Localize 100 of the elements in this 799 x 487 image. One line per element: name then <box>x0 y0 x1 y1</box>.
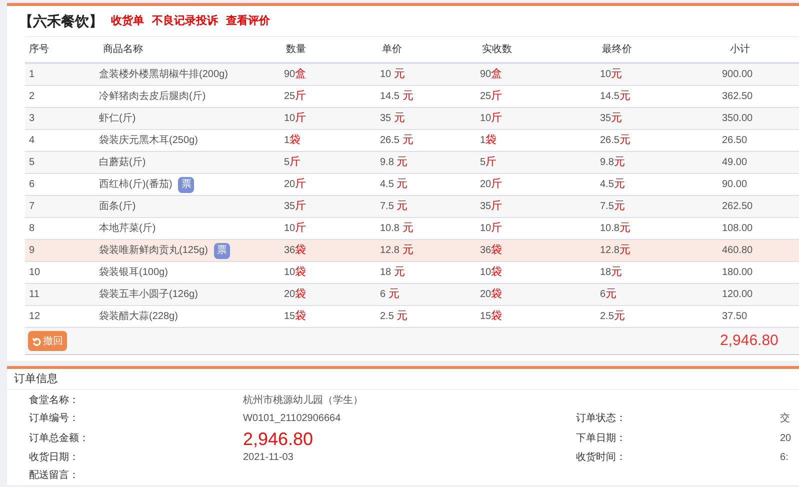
field-value: 2,946.80 <box>243 428 314 448</box>
field-label: 订单状态： <box>575 412 627 426</box>
table-cell-text: 4.5 元 <box>379 177 409 192</box>
table-cell-text: 10 元 <box>379 67 406 82</box>
table-row[interactable]: 3 虾仁(斤) 10斤 35 元 10斤 35元 350.00 <box>25 108 799 130</box>
table-cell-text: 10 <box>28 266 42 280</box>
column-header: 实收数 <box>481 42 513 57</box>
field-value: 交 <box>780 412 790 426</box>
table-cell-text: 362.50 <box>721 90 754 104</box>
table-cell-text: 90盒 <box>283 67 308 82</box>
table-cell-text: 26.50 <box>721 134 748 148</box>
table-cell-text: 5斤 <box>479 155 498 170</box>
invoice-badge: 票 <box>214 242 230 258</box>
table-cell-text: 3 <box>28 112 36 126</box>
table-cell-text: 35 元 <box>379 111 406 126</box>
header-link[interactable]: 不良记录投诉 <box>152 12 218 30</box>
table-cell-text: 7 <box>28 200 36 214</box>
table-cell-text: 10.8 元 <box>379 221 414 236</box>
table-cell-text: 面条(斤) <box>98 200 137 214</box>
table-cell-text: 9 <box>28 244 36 258</box>
field-label: 收货时间： <box>575 450 627 465</box>
table-cell-text: 本地芹菜(斤) <box>98 222 157 236</box>
field-label: 订单总金额： <box>28 432 90 446</box>
table-cell-text: 460.80 <box>721 244 754 258</box>
table-cell-text: 西红柿(斤)(番茄) <box>98 178 174 192</box>
table-cell-text: 350.00 <box>721 112 754 126</box>
table-cell-text: 袋装五丰小圆子(126g) <box>98 288 199 302</box>
table-cell-text: 20袋 <box>283 287 308 302</box>
table-cell-text: 袋装庆元黑木耳(250g) <box>98 134 199 148</box>
field-label: 下单日期： <box>575 432 627 446</box>
table-cell-text: 6 <box>28 178 36 192</box>
table-cell-text: 49.00 <box>721 156 748 170</box>
table-cell-text: 10斤 <box>479 111 504 126</box>
column-header: 单价 <box>381 42 403 57</box>
table-cell-text: 900.00 <box>721 68 754 82</box>
table-cell-text: 9.8元 <box>599 155 626 170</box>
table-cell-text: 25斤 <box>283 89 308 104</box>
field-value: W0101_21102906664 <box>243 412 341 426</box>
table-cell-text: 冷鲜猪肉去皮后腿肉(斤) <box>98 90 207 104</box>
field-label: 食堂名称： <box>28 394 80 408</box>
table-cell-text: 10元 <box>599 67 624 82</box>
column-header: 数量 <box>285 43 307 57</box>
table-cell-text: 35斤 <box>479 199 504 214</box>
field-value: 杭州市桃源幼儿园（学生） <box>243 394 363 408</box>
table-row[interactable]: 6 西红柿(斤)(番茄) 票 20斤 4.5 元 20斤 4.5元 90.00 <box>25 174 799 196</box>
table-cell-text: 36袋 <box>479 243 504 258</box>
table-cell-text: 20袋 <box>479 287 504 302</box>
table-row[interactable]: 5 白蘑菇(斤) 5斤 9.8 元 5斤 9.8元 49.00 <box>25 152 799 174</box>
table-cell-text: 18元 <box>599 265 624 280</box>
table-cell-text: 2.5元 <box>599 309 626 324</box>
table-cell-text: 7.5 元 <box>379 199 409 214</box>
table-cell-text: 虾仁(斤) <box>98 112 137 126</box>
table-cell-text: 90.00 <box>721 178 748 192</box>
field-value: 20 <box>780 432 792 446</box>
table-cell-text: 90盒 <box>479 67 504 82</box>
table-cell-text: 5斤 <box>283 155 302 170</box>
table-cell-text: 6 元 <box>379 287 400 302</box>
table-cell-text: 35元 <box>599 111 624 126</box>
table-cell-text: 26.5元 <box>599 133 632 148</box>
table-row[interactable]: 11 袋装五丰小圆子(126g) 20袋 6 元 20袋 6元 120.00 <box>25 284 799 306</box>
table-cell-text: 37.50 <box>721 310 748 324</box>
field-label: 配送留言： <box>28 468 80 483</box>
table-cell-text: 袋装唯新鲜肉贡丸(125g) <box>98 244 209 258</box>
column-header: 小计 <box>729 42 751 57</box>
table-cell-text: 盒装楼外楼黑胡椒牛排(200g) <box>98 68 229 82</box>
table-cell-text: 袋装银耳(100g) <box>98 266 169 280</box>
table-cell-text: 12.8 元 <box>379 243 414 258</box>
table-cell-text: 5 <box>28 156 36 170</box>
field-label: 订单编号： <box>28 412 80 426</box>
table-cell-text: 262.50 <box>721 200 754 214</box>
table-cell-text: 4 <box>28 134 36 148</box>
column-header: 序号 <box>28 42 50 57</box>
table-cell-text: 6元 <box>599 287 618 302</box>
table-row[interactable]: 9 袋装唯新鲜肉贡丸(125g) 票 36袋 12.8 元 36袋 12.8元 460.80 <box>25 240 799 262</box>
table-cell-text: 2 <box>28 90 36 104</box>
header-link[interactable]: 查看评价 <box>226 12 270 30</box>
table-row[interactable]: 1 盒装楼外楼黑胡椒牛排(200g) 90盒 10 元 90盒 10元 900.00 <box>25 64 799 86</box>
table-cell-text: 36袋 <box>283 243 308 258</box>
table-cell-text: 10斤 <box>479 221 504 236</box>
table-cell-text: 15袋 <box>479 309 504 324</box>
undo-icon <box>32 336 41 346</box>
column-header: 商品名称 <box>102 42 144 57</box>
table-cell-text: 120.00 <box>721 288 754 302</box>
column-header: 最终价 <box>601 43 633 57</box>
table-cell-text: 12.8元 <box>599 243 632 258</box>
table-cell-text: 2.5 元 <box>379 309 409 324</box>
table-cell-text: 8 <box>28 222 36 236</box>
header-link[interactable]: 收货单 <box>111 12 144 30</box>
table-row[interactable]: 7 面条(斤) 35斤 7.5 元 35斤 7.5元 262.50 <box>25 196 799 218</box>
table-cell-text: 108.00 <box>721 222 754 236</box>
table-cell-text: 1袋 <box>479 133 498 148</box>
table-cell-text: 10袋 <box>283 265 308 280</box>
field-value: 2021-11-03 <box>243 451 294 465</box>
table-cell-text: 180.00 <box>721 266 754 280</box>
table-cell-text: 35斤 <box>283 199 308 214</box>
table-cell-text: 26.5 元 <box>379 133 414 148</box>
table-cell-text: 10.8元 <box>599 221 632 236</box>
page-title: 【六禾餐饮】 <box>19 12 103 30</box>
table-cell-text: 14.5元 <box>599 89 632 104</box>
table-cell-text: 10斤 <box>283 221 308 236</box>
